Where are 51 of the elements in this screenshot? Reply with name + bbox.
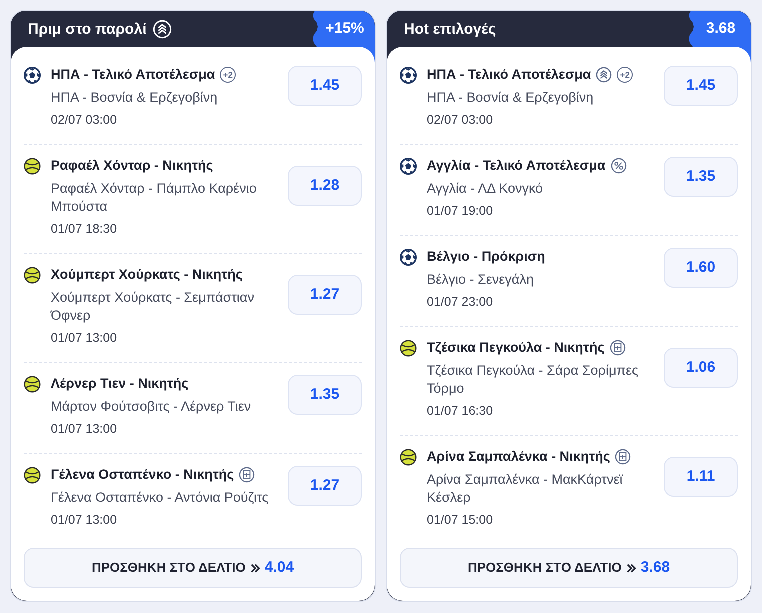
- double-chevron-icon: [250, 562, 261, 574]
- extra-markets-count: +2: [617, 67, 634, 83]
- market-title: Αγγλία - Τελικό Αποτέλεσμα: [427, 157, 606, 175]
- match-time: 01/07 18:30: [51, 221, 118, 238]
- match-time: 01/07 15:00: [427, 512, 494, 529]
- match-name: Μάρτον Φούτσοβιτς - Λέρνερ Τιεν: [51, 398, 252, 416]
- market-title: Λέρνερ Τιεν - Νικητής: [51, 375, 189, 393]
- extra-markets-count: +2: [220, 67, 236, 83]
- match-time: 01/07 19:00: [427, 203, 494, 220]
- match-name: Βέλγιο - Σενεγάλη: [427, 271, 535, 289]
- panel-title: Hot επιλογές: [404, 22, 496, 36]
- market-title: ΗΠΑ - Τελικό Αποτέλεσμα: [427, 66, 592, 84]
- market-title: Αρίνα Σαμπαλένκα - Νικητής: [427, 448, 610, 466]
- odds-button[interactable]: 1.45: [664, 66, 738, 106]
- match-time: 01/07 13:00: [51, 512, 118, 529]
- odds-button[interactable]: 1.27: [288, 466, 362, 506]
- match-time: 01/07 23:00: [427, 294, 494, 311]
- match-time: 01/07 16:30: [427, 403, 494, 420]
- combined-odds: 4.04: [264, 558, 294, 578]
- add-to-betslip-button[interactable]: ΠΡΟΣΘΗΚΗ ΣΤΟ ΔΕΛΤΙΟ 4.04: [24, 548, 362, 588]
- match-name: Αρίνα Σαμπαλένκα - ΜακΚάρτνεϊ Κέσλερ: [427, 471, 624, 507]
- match-name: Αγγλία - ΛΔ Κονγκό: [427, 180, 544, 198]
- market-title: Γέλενα Οσταπένκο - Νικητής: [51, 466, 234, 484]
- market-title: Χούμπερτ Χούρκατς - Νικητής: [51, 266, 243, 284]
- market-title: Βέλγιο - Πρόκριση: [427, 248, 546, 266]
- odds-button[interactable]: 1.06: [664, 348, 738, 388]
- odds-button[interactable]: 1.45: [288, 66, 362, 106]
- market-title: Τζέσικα Πεγκούλα - Νικητής: [427, 339, 605, 357]
- match-name: Τζέσικα Πεγκούλα - Σάρα Σορίμπες Τόρμο: [427, 362, 640, 398]
- match-name: Γέλενα Οσταπένκο - Αντόνια Ρούζιτς: [51, 489, 270, 507]
- match-name: ΗΠΑ - Βοσνία & Ερζεγοβίνη: [427, 89, 595, 107]
- match-time: 01/07 13:00: [51, 330, 118, 347]
- match-time: 02/07 03:00: [427, 112, 494, 129]
- odds-button[interactable]: 1.11: [664, 457, 738, 497]
- match-name: Ραφαέλ Χόνταρ - Πάμπλο Καρένιο Μπούστα: [51, 180, 258, 216]
- panel-title: Πριμ στο παρολί: [28, 22, 147, 36]
- odds-button[interactable]: 1.35: [288, 375, 362, 415]
- chevrons-up-icon: [152, 20, 172, 38]
- match-name: ΗΠΑ - Βοσνία & Ερζεγοβίνη: [51, 89, 219, 107]
- market-title: Ραφαέλ Χόνταρ - Νικητής: [51, 157, 214, 175]
- match-time: 01/07 13:00: [51, 421, 118, 438]
- double-chevron-icon: [626, 562, 637, 574]
- odds-button[interactable]: 1.27: [288, 275, 362, 315]
- match-time: 02/07 03:00: [51, 112, 118, 129]
- match-name: Χούμπερτ Χούρκατς - Σεμπάστιαν Όφνερ: [51, 289, 256, 325]
- add-to-betslip-button[interactable]: ΠΡΟΣΘΗΚΗ ΣΤΟ ΔΕΛΤΙΟ 3.68: [400, 548, 738, 588]
- market-title: ΗΠΑ - Τελικό Αποτέλεσμα: [51, 66, 216, 84]
- odds-button[interactable]: 1.35: [664, 157, 738, 197]
- odds-button[interactable]: 1.28: [288, 166, 362, 206]
- odds-button[interactable]: 1.60: [664, 248, 738, 288]
- combined-odds: 3.68: [640, 558, 670, 578]
